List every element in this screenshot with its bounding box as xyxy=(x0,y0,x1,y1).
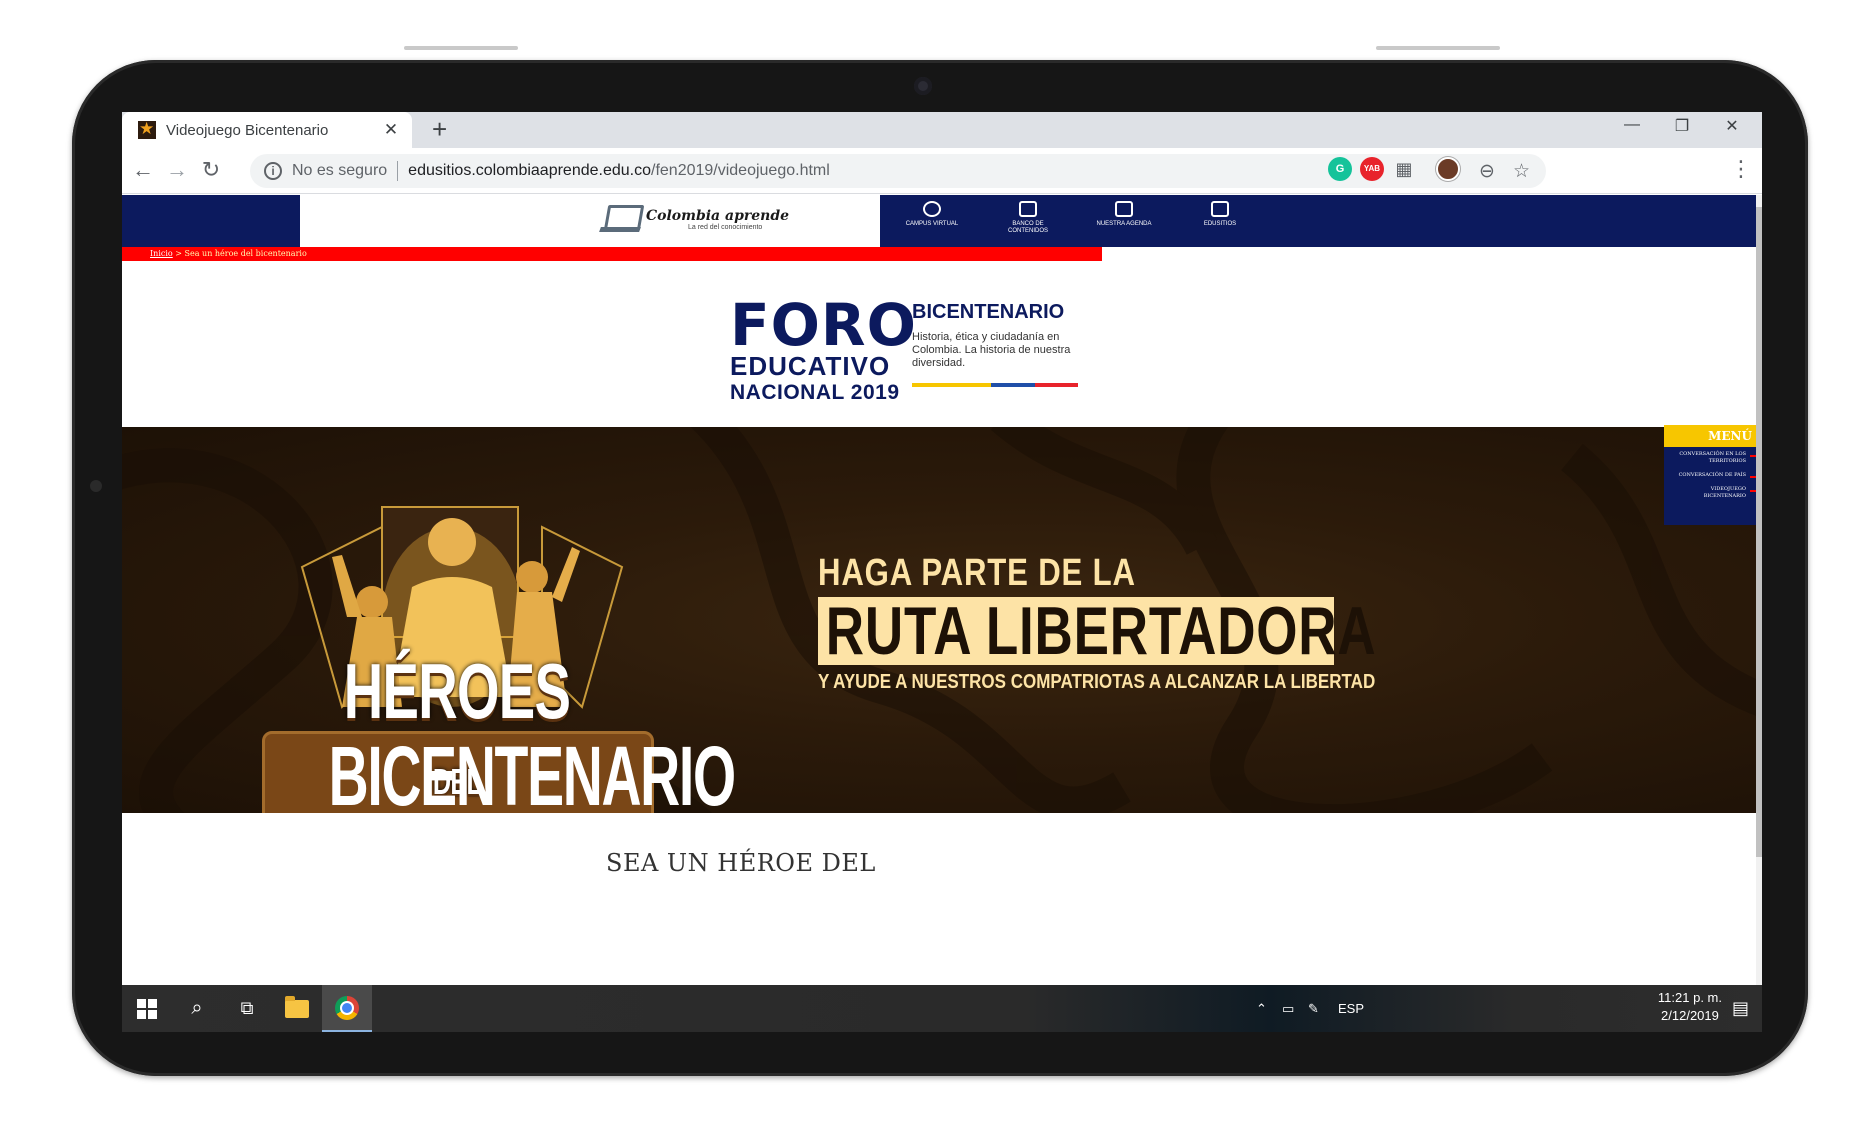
folder-icon xyxy=(285,995,309,1018)
side-sensor xyxy=(90,480,102,492)
logo-tagline: La red del conocimiento xyxy=(688,223,763,231)
grid-extension-icon[interactable]: ▦ xyxy=(1392,157,1416,181)
screen: Videojuego Bicentenario ✕ + — ❐ ✕ ← → ↻ … xyxy=(122,112,1762,1032)
close-window-button[interactable]: ✕ xyxy=(1712,116,1752,136)
nav-edusitios[interactable]: Edusitios xyxy=(1190,201,1250,235)
foro-year: NACIONAL 2019 xyxy=(730,381,900,404)
restore-button[interactable]: ❐ xyxy=(1662,116,1702,136)
breadcrumb-bar: Inicio > Sea un héroe del bicentenario xyxy=(122,247,1102,261)
start-button[interactable] xyxy=(122,985,172,1032)
windows-logo-icon xyxy=(137,998,157,1019)
foro-subtitle: EDUCATIVO xyxy=(730,351,891,381)
file-explorer-button[interactable] xyxy=(272,985,322,1032)
power-button xyxy=(1376,46,1500,50)
minimize-button[interactable]: — xyxy=(1612,116,1652,134)
nav-campus-virtual[interactable]: Campus virtual xyxy=(902,201,962,235)
page-scrollbar[interactable] xyxy=(1756,195,1762,985)
ad-extension-icon[interactable]: YAB xyxy=(1360,157,1384,181)
site-nav: Campus virtual Banco de contenidos Nuest… xyxy=(902,201,1250,235)
forward-arrow-icon[interactable]: → xyxy=(162,157,192,183)
system-clock[interactable]: 11:21 p. m. 2/12/2019 xyxy=(1658,989,1722,1025)
nav-label: Edusitios xyxy=(1203,221,1237,227)
notifications-icon[interactable]: ▤ xyxy=(1732,985,1749,1032)
side-menu-item-conversacion-territorios[interactable]: Conversación en los territorios xyxy=(1664,447,1756,468)
colombia-aprende-logo[interactable]: Colombia aprende La red del conocimiento xyxy=(600,203,789,235)
web-page: Colombia aprende La red del conocimiento… xyxy=(122,195,1762,985)
edusitios-icon xyxy=(1211,201,1229,217)
side-menu-item-videojuego[interactable]: Videojuego bicentenario xyxy=(1664,482,1756,503)
new-tab-button[interactable]: + xyxy=(432,114,447,144)
calendar-icon xyxy=(1115,201,1133,217)
nav-banco-contenidos[interactable]: Banco de contenidos xyxy=(998,201,1058,235)
logo-name: Colombia aprende xyxy=(646,207,790,224)
battery-icon[interactable]: ▭ xyxy=(1282,985,1294,1032)
url-divider xyxy=(397,161,399,181)
volume-button xyxy=(404,46,518,50)
security-label[interactable]: No es seguro xyxy=(292,162,387,180)
url-host: edusitios.colombiaaprende.edu.co xyxy=(408,162,651,179)
heroes-title-bottom: BICENTENARIO xyxy=(328,729,736,813)
language-indicator[interactable]: ESP xyxy=(1338,985,1364,1032)
side-menu-title[interactable]: MENÚ xyxy=(1664,425,1756,447)
browser-tab[interactable]: Videojuego Bicentenario ✕ xyxy=(122,112,412,148)
site-logo-area: Colombia aprende La red del conocimiento xyxy=(300,195,880,247)
ruta-libertadora-cta[interactable]: HAGA PARTE DE LA RUTA LIBERTADORA Y AYUD… xyxy=(818,552,1377,694)
side-menu: MENÚ Conversación en los territorios Con… xyxy=(1664,425,1756,525)
url-path: /fen2019/videojuego.html xyxy=(651,162,830,179)
show-hidden-icons[interactable]: ⌃ xyxy=(1256,985,1267,1032)
close-tab-icon[interactable]: ✕ xyxy=(378,120,404,140)
scrollbar-thumb[interactable] xyxy=(1756,207,1762,857)
foro-description: Historia, ética y ciudadanía en Colombia… xyxy=(912,331,1071,369)
foro-title: FORO xyxy=(730,291,917,359)
bicentenario-heading: BICENTENARIO xyxy=(912,301,1065,323)
profile-avatar[interactable] xyxy=(1436,157,1460,181)
reload-icon[interactable]: ↻ xyxy=(196,157,226,183)
nav-label: Nuestra agenda xyxy=(1096,221,1152,227)
cta-line-1: HAGA PARTE DE LA xyxy=(818,552,1136,594)
hero-banner[interactable]: HÉROES DEL BICENTENARIO HAGA PARTE DE LA… xyxy=(122,427,1762,813)
clock-time: 11:21 p. m. xyxy=(1657,990,1722,1005)
clock-date: 2/12/2019 xyxy=(1661,1008,1719,1023)
task-view-icon[interactable]: ⧉ xyxy=(222,985,272,1032)
pen-icon[interactable]: ✎ xyxy=(1308,985,1319,1032)
cta-line-2: RUTA LIBERTADORA xyxy=(825,593,1377,669)
content-section: SEA UN HÉROE DEL xyxy=(122,813,1762,985)
tab-bar: Videojuego Bicentenario ✕ + — ❐ ✕ xyxy=(122,112,1762,148)
site-header: Colombia aprende La red del conocimiento… xyxy=(122,195,1762,247)
breadcrumb: Inicio > Sea un héroe del bicentenario xyxy=(150,249,307,258)
flag-stripe xyxy=(912,383,1078,387)
tab-title: Videojuego Bicentenario xyxy=(166,121,329,139)
browser-toolbar: ← → ↻ i No es seguro edusitios.colombiaa… xyxy=(122,148,1762,194)
side-menu-item-conversacion-pais[interactable]: Conversación de país xyxy=(1664,468,1756,482)
back-arrow-icon[interactable]: ← xyxy=(128,157,158,183)
breadcrumb-home-link[interactable]: Inicio xyxy=(150,249,173,258)
heroes-bicentenario-logo: HÉROES DEL BICENTENARIO xyxy=(262,467,736,813)
heroes-word: HÉROES xyxy=(343,647,571,735)
info-icon[interactable]: i xyxy=(264,162,282,180)
star-favicon-icon xyxy=(138,119,156,139)
foro-logo: FORO EDUCATIVO NACIONAL 2019 BICENTENARI… xyxy=(730,291,1110,405)
url-text[interactable]: edusitios.colombiaaprende.edu.co/fen2019… xyxy=(408,162,830,180)
grammarly-icon[interactable]: G xyxy=(1328,157,1352,181)
section-title: SEA UN HÉROE DEL xyxy=(606,849,876,877)
bookmark-star-icon[interactable]: ☆ xyxy=(1513,160,1530,183)
browser-menu-icon[interactable]: ⋮ xyxy=(1730,156,1752,182)
nav-label: Campus virtual xyxy=(905,221,959,227)
laptop-logo-icon xyxy=(600,203,642,235)
search-icon[interactable]: ⌕ xyxy=(172,985,222,1032)
chrome-icon xyxy=(335,995,359,1020)
cta-highlight-box: RUTA LIBERTADORA xyxy=(818,593,1377,669)
cta-line-3: Y AYUDE A NUESTROS COMPATRIOTAS A ALCANZ… xyxy=(818,671,1376,693)
zoom-icon[interactable]: ⊖ xyxy=(1479,160,1495,183)
nav-label: Banco de contenidos xyxy=(1007,221,1048,234)
breadcrumb-current: > Sea un héroe del bicentenario xyxy=(172,249,307,258)
book-icon xyxy=(1019,201,1037,217)
windows-taskbar: ⌕ ⧉ ⌃ ▭ ✎ ESP 11:21 p. m. 2/12/2019 ▤ xyxy=(122,985,1762,1032)
camera-icon xyxy=(914,77,932,95)
nav-nuestra-agenda[interactable]: Nuestra agenda xyxy=(1094,201,1154,235)
chrome-taskbar-button[interactable] xyxy=(322,985,372,1032)
campus-icon xyxy=(923,201,941,217)
